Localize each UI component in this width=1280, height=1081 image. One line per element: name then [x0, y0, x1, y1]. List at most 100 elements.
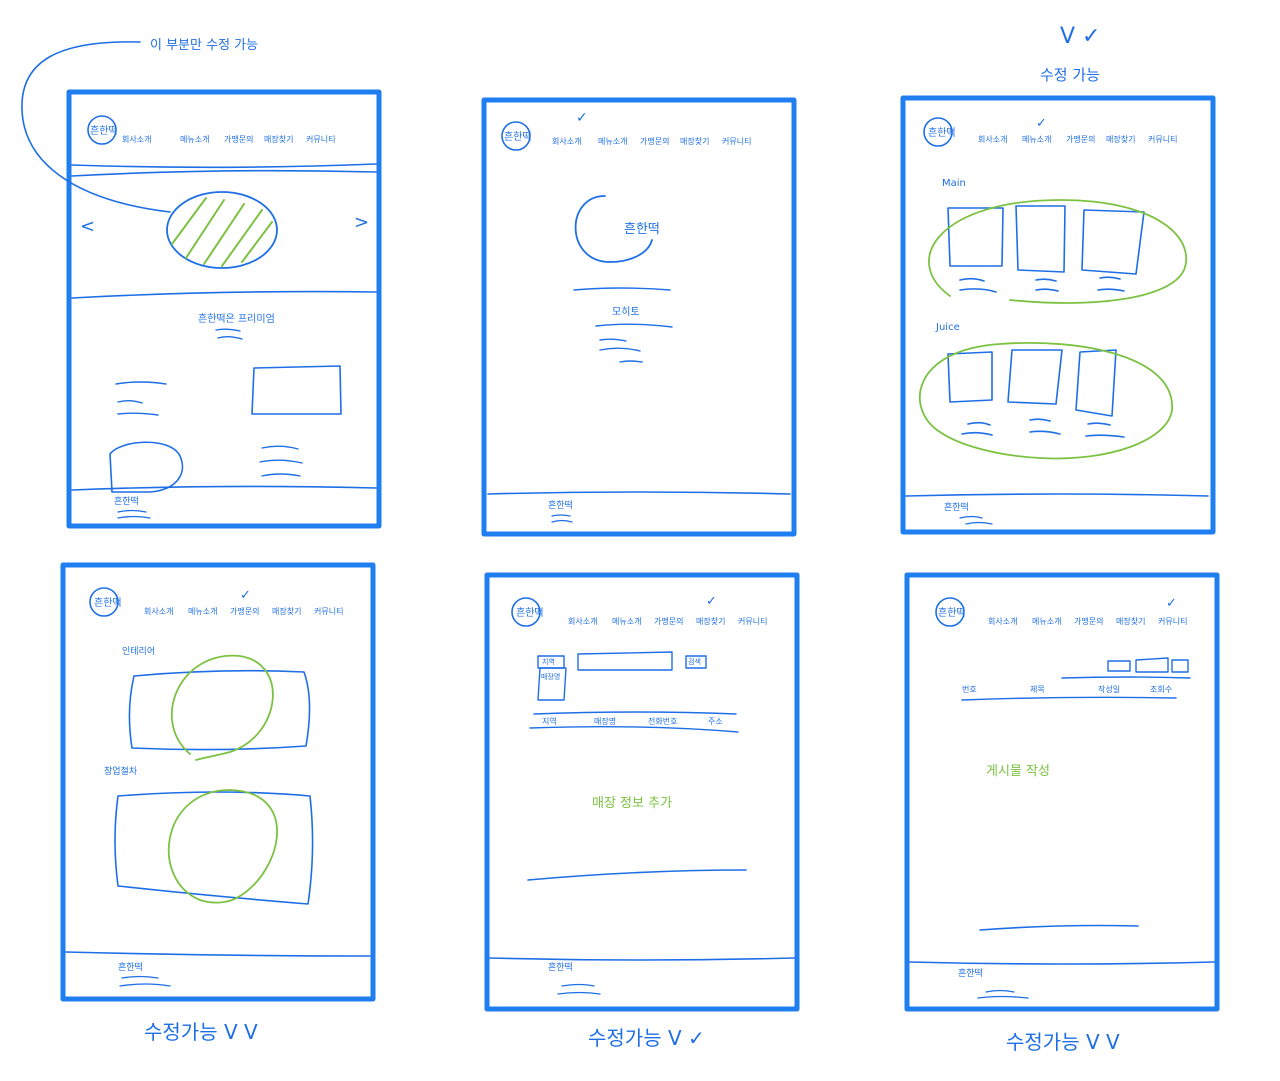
board-header-title: 제목	[1030, 685, 1045, 694]
nav-item-about[interactable]: 회사소개	[568, 616, 597, 627]
stores-footer-logo: 흔한떡	[548, 963, 573, 973]
frame-community-border	[904, 572, 1220, 1012]
frame-home-border	[66, 89, 382, 529]
image-box-left-rounded	[109, 441, 184, 493]
nav-item-about[interactable]: 회사소개	[122, 134, 151, 145]
footer-line	[65, 951, 371, 957]
add-store-note: 매장 정보 추가	[592, 796, 673, 811]
table-header-store: 매장명	[594, 717, 617, 726]
about-footer-logo: 흔한떡	[548, 501, 573, 511]
nav-item-stores[interactable]: 매장찾기	[272, 606, 301, 617]
nav-logo: 흔한떡	[938, 608, 966, 619]
hero-image-hatch	[171, 197, 273, 267]
nav-item-stores[interactable]: 매장찾기	[264, 134, 293, 145]
board-search-input[interactable]	[1135, 657, 1169, 673]
slider-next-arrow[interactable]: >	[354, 212, 369, 233]
nav-item-franchise[interactable]: 가맹문의	[1074, 616, 1103, 627]
nav-item-community[interactable]: 커뮤니티	[1148, 134, 1177, 145]
menu-note-marks: V ✓	[1060, 24, 1101, 49]
nav-item-menu[interactable]: 메뉴소개	[612, 616, 641, 627]
annotation-top-note: 이 부분만 수정 가능	[150, 38, 259, 53]
nav-item-about[interactable]: 회사소개	[552, 136, 581, 147]
nav-item-stores[interactable]: 매장찾기	[680, 136, 709, 147]
nav-item-community[interactable]: 커뮤니티	[738, 616, 767, 627]
franchise-note-below: 수정가능 V V	[144, 1020, 258, 1044]
menu-footer-logo: 흔한떡	[944, 503, 969, 513]
home-section-title: 흔한떡은 프리미엄	[198, 314, 275, 325]
board-header-views: 조회수	[1150, 685, 1173, 694]
franchise-footer-logo: 흔한떡	[118, 963, 143, 973]
nav-item-franchise[interactable]: 가맹문의	[654, 616, 683, 627]
nav-item-about[interactable]: 회사소개	[988, 616, 1017, 627]
board-header-date: 작성일	[1098, 685, 1121, 694]
search-input[interactable]	[577, 651, 673, 671]
nav-item-menu[interactable]: 메뉴소개	[188, 606, 217, 617]
nav-item-community[interactable]: 커뮤니티	[314, 606, 343, 617]
footer-text-lines	[119, 975, 171, 987]
board-filter-box[interactable]	[1107, 660, 1131, 672]
footer-line	[909, 961, 1215, 965]
nav-item-about[interactable]: 회사소개	[144, 606, 173, 617]
nav-item-menu[interactable]: 메뉴소개	[598, 136, 627, 147]
stores-note-below: 수정가능 V ✓	[588, 1026, 705, 1050]
nav-item-franchise[interactable]: 가맹문의	[640, 136, 669, 147]
board-search-button[interactable]	[1171, 659, 1189, 673]
process-highlight	[167, 789, 278, 904]
header-divider	[71, 163, 377, 169]
wireframe-sketch-sheet	[21, 41, 1220, 1012]
about-section-title: 모히토	[612, 307, 640, 318]
section-title-lines	[595, 323, 673, 328]
frame-franchise	[60, 562, 376, 1002]
section-title-underline	[215, 328, 243, 340]
table-header-address: 주소	[708, 717, 723, 726]
nav-item-menu[interactable]: 메뉴소개	[180, 134, 209, 145]
menu-label-juice: Juice	[936, 322, 960, 333]
community-footer-logo: 흔한떡	[958, 969, 983, 979]
write-post-note: 게시물 작성	[986, 764, 1050, 779]
hero-top-line	[71, 169, 377, 177]
footer-text-lines	[117, 509, 151, 519]
nav-item-franchise[interactable]: 가맹문의	[1066, 134, 1095, 145]
nav-item-menu[interactable]: 메뉴소개	[1022, 134, 1051, 145]
footer-line	[487, 491, 791, 495]
nav-item-franchise[interactable]: 가맹문의	[230, 606, 259, 617]
table-header-phone: 전화번호	[648, 717, 678, 726]
filter-region-label: 지역	[542, 658, 555, 666]
text-lines-left-top	[115, 381, 167, 416]
franchise-label-interior: 인테리어	[122, 647, 156, 657]
bottom-line	[527, 869, 747, 881]
filter-store-label: 매장명	[541, 673, 561, 681]
image-box-right	[251, 365, 342, 415]
menu-label-main: Main	[942, 178, 966, 189]
footer-text-lines	[551, 514, 573, 523]
nav-item-franchise[interactable]: 가맹문의	[224, 134, 253, 145]
nav-item-stores[interactable]: 매장찾기	[696, 616, 725, 627]
text-lines-right-bottom	[259, 445, 303, 477]
community-note-below: 수정가능 V V	[1006, 1030, 1120, 1054]
check-mark: ✓	[240, 588, 251, 603]
nav-item-about[interactable]: 회사소개	[978, 134, 1007, 145]
hero-bottom-line	[71, 290, 377, 299]
menu-main-highlight	[928, 199, 1188, 304]
nav-item-community[interactable]: 커뮤니티	[1158, 616, 1187, 627]
frame-menu	[900, 95, 1216, 535]
search-button-label[interactable]: 검색	[688, 657, 701, 667]
nav-item-community[interactable]: 커뮤니티	[722, 136, 751, 147]
section-body-lines	[599, 338, 643, 363]
table-header-region: 지역	[542, 717, 557, 726]
table-header-lines	[529, 711, 739, 733]
footer-line	[489, 957, 795, 961]
nav-logo: 흔한떡	[90, 126, 118, 137]
slider-prev-arrow[interactable]: <	[80, 216, 95, 237]
menu-note-above: 수정 가능	[1040, 66, 1100, 84]
footer-text-lines	[557, 983, 601, 995]
nav-item-menu[interactable]: 메뉴소개	[1032, 616, 1061, 627]
nav-item-community[interactable]: 커뮤니티	[306, 134, 335, 145]
nav-item-stores[interactable]: 매장찾기	[1116, 616, 1145, 627]
home-footer-logo: 흔한떡	[114, 497, 139, 507]
about-hero-logo: 흔한떡	[624, 222, 660, 237]
nav-item-stores[interactable]: 매장찾기	[1106, 134, 1135, 145]
nav-logo: 흔한떡	[516, 608, 544, 619]
footer-text-lines	[959, 515, 993, 525]
menu-juice-highlight	[918, 341, 1173, 460]
